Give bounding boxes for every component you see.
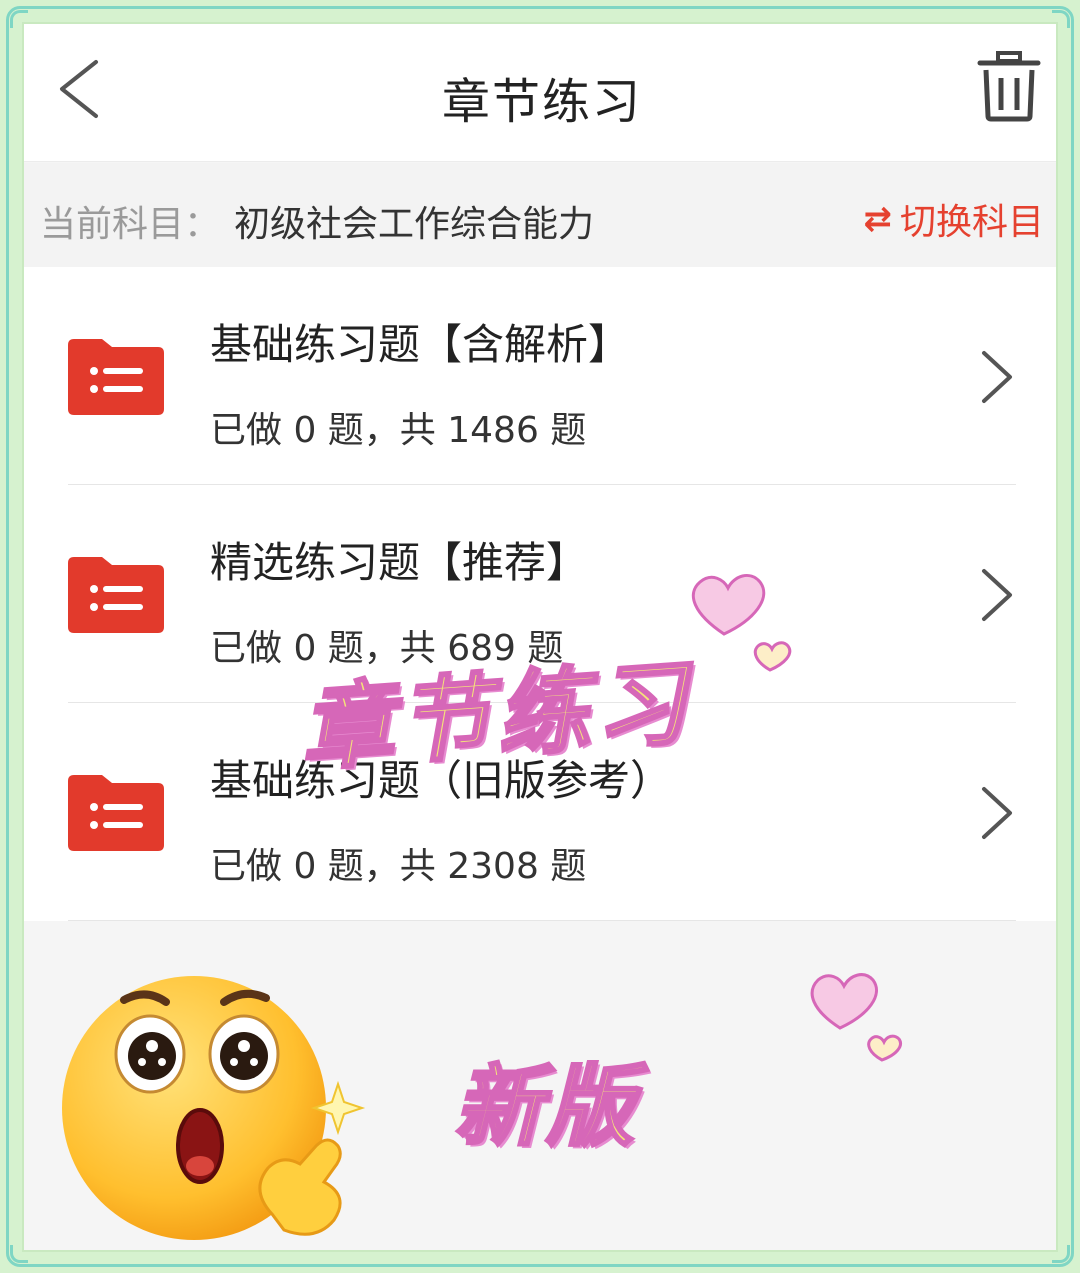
folder-list-icon (68, 775, 164, 851)
switch-subject-label: 切换科目 (899, 202, 1044, 243)
heart-sticker-icon (691, 573, 792, 672)
chevron-right-icon (982, 569, 1012, 621)
chevron-right-icon (982, 787, 1012, 839)
item-title: 精选练习题【推荐】 (210, 538, 589, 587)
divider (68, 920, 1016, 921)
surprised-emoji-icon (62, 976, 366, 1240)
subject-label: 当前科目： (40, 204, 221, 245)
swap-icon: ⇄ (863, 199, 892, 239)
trash-icon (977, 51, 1041, 122)
folder-list-icon (68, 557, 164, 633)
screen: 章节练习 当前科目： 初级社会工作综合能力 ⇄ 切换科目 基础练习题【含解析】 … (22, 22, 1058, 1252)
overlay-new-badge: 新版 (452, 1054, 639, 1160)
item-progress: 已做 0 题，共 2308 题 (210, 846, 587, 887)
delete-button[interactable] (976, 50, 1042, 122)
list-item[interactable]: 基础练习题【含解析】 已做 0 题，共 1486 题 (24, 267, 1056, 485)
page-title: 章节练习 (441, 74, 642, 130)
navbar: 章节练习 (24, 24, 1056, 162)
overlay-title-sticker: 章节练习 (296, 648, 698, 785)
subject-value: 初级社会工作综合能力 (234, 204, 595, 245)
folder-list-icon (68, 339, 164, 415)
subject-bar: 当前科目： 初级社会工作综合能力 ⇄ 切换科目 (24, 163, 1056, 267)
heart-sticker-icon (810, 973, 902, 1062)
chevron-right-icon (982, 351, 1012, 403)
chapter-list: 基础练习题【含解析】 已做 0 题，共 1486 题 精选练习题【推荐】 已做 … (24, 267, 1056, 921)
item-title: 基础练习题【含解析】 (210, 320, 631, 369)
item-progress: 已做 0 题，共 1486 题 (210, 410, 587, 451)
switch-subject-button[interactable]: ⇄ 切换科目 (863, 193, 1044, 245)
